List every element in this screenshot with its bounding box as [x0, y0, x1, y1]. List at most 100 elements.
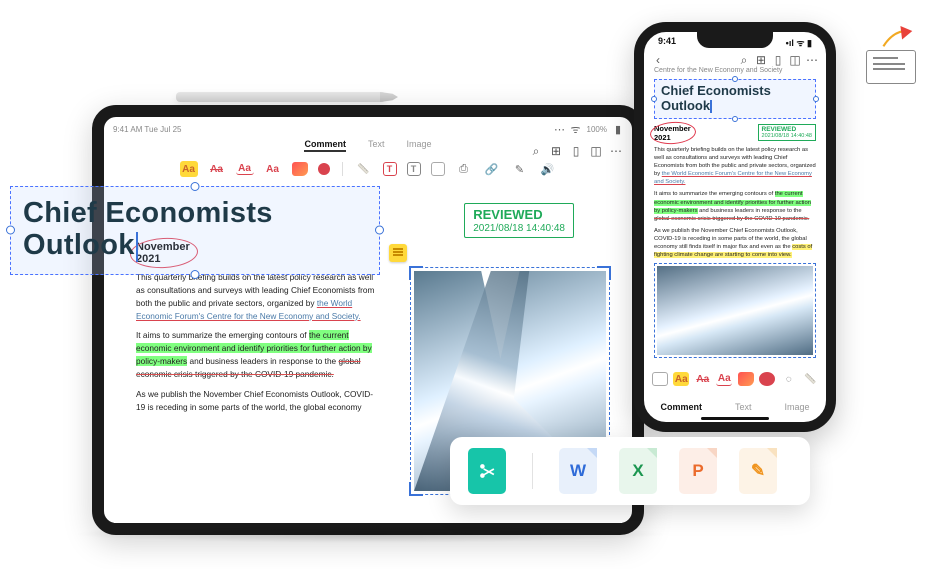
excel-file-icon[interactable]: X [619, 448, 657, 494]
pages-file-icon[interactable]: ✎ [739, 448, 777, 494]
phone-tabs: Comment Text Image [644, 402, 826, 412]
shadow [70, 525, 670, 543]
pen-tool[interactable] [292, 162, 308, 176]
stamp-tool[interactable]: ⎙ [455, 161, 473, 177]
stamp-timestamp: 2021/08/18 14:40:48 [473, 223, 565, 234]
back-icon[interactable]: ‹ [653, 55, 663, 65]
text-caret [136, 232, 138, 262]
share-doc-icon [866, 50, 916, 84]
squiggle-tool[interactable]: Aa [264, 161, 282, 177]
pen-tool[interactable] [738, 372, 754, 386]
ipad-view-tools: ⌕ ⊞ ▯ ◫ ⋯ [530, 145, 622, 157]
eraser-tool[interactable]: ◌ [781, 372, 797, 386]
paragraph-3: As we publish the November Chief Economi… [136, 388, 375, 414]
phone-para-3: As we publish the November Chief Economi… [654, 227, 816, 259]
strikethrough-tool[interactable]: Aa [695, 372, 711, 386]
phone-date: November2021 [654, 124, 691, 142]
phone-indicators: •ıl ᯤ ▮ [786, 36, 812, 49]
resize-handle-t[interactable] [732, 76, 738, 82]
stamp-label: REVIEWED [473, 207, 565, 222]
signature-tool[interactable]: ✎ [511, 161, 529, 177]
resize-handle-t[interactable] [191, 182, 200, 191]
sticky-note[interactable] [389, 244, 407, 262]
ipad-time: 9:41 AM Tue Jul 25 [113, 125, 182, 134]
phone-para-2: It aims to summarize the emerging contou… [654, 190, 816, 222]
text-caret [710, 100, 712, 113]
tab-text[interactable]: Text [368, 139, 385, 152]
crop-handle-tl[interactable] [654, 263, 662, 271]
apple-pencil [176, 92, 386, 102]
note-tool[interactable] [431, 162, 445, 176]
bookmark-icon[interactable]: ▯ [570, 145, 582, 157]
phone-crop[interactable] [654, 263, 816, 358]
crop-handle-tl[interactable] [409, 266, 423, 280]
share-arrow-icon [880, 22, 914, 52]
bookmark-icon[interactable]: ▯ [773, 55, 783, 65]
tab-image[interactable]: Image [784, 402, 809, 412]
phone-anno-toolbar: Aa Aa Aa ◌ 📏 [649, 372, 821, 386]
sound-tool[interactable]: 🔊 [539, 161, 557, 177]
more-icon[interactable]: ⋯ [807, 55, 817, 65]
home-indicator[interactable] [701, 417, 769, 420]
split-icon[interactable]: ◫ [590, 145, 602, 157]
share-decoration [866, 50, 916, 84]
battery-icon: ▮ [613, 124, 623, 134]
note-tool[interactable] [652, 372, 668, 386]
phone-para-1: This quarterly briefing builds on the la… [654, 146, 816, 187]
iphone-device: 9:41 •ıl ᯤ ▮ ‹ ⌕ ⊞ ▯ ◫ ⋯ Centre for the … [634, 22, 836, 432]
link-tool[interactable]: 🔗 [483, 161, 501, 177]
word-file-icon[interactable]: W [559, 448, 597, 494]
more-icon[interactable]: ⋯ [610, 145, 622, 157]
textbox-gray-tool[interactable]: T [407, 162, 421, 176]
paragraph-2: It aims to summarize the emerging contou… [136, 329, 375, 380]
ruler-tool[interactable]: 📏 [802, 372, 818, 386]
resize-handle-l[interactable] [6, 226, 15, 235]
tab-comment[interactable]: Comment [660, 402, 702, 412]
search-icon[interactable]: ⌕ [530, 145, 542, 157]
underline-tool[interactable]: Aa [716, 372, 732, 386]
phone-title-edit[interactable]: Chief EconomistsOutlook [654, 79, 816, 119]
grid-icon[interactable]: ⊞ [756, 55, 766, 65]
powerpoint-file-icon[interactable]: P [679, 448, 717, 494]
tab-text[interactable]: Text [735, 402, 752, 412]
grid-icon[interactable]: ⊞ [550, 145, 562, 157]
textbox-red-tool[interactable]: T [383, 162, 397, 176]
scissors-icon[interactable] [468, 448, 506, 494]
highlight-tool[interactable]: Aa [180, 161, 198, 177]
paragraph-1: This quarterly briefing builds on the la… [136, 271, 375, 322]
wifi-icon: ᯤ [571, 124, 581, 134]
phone-toolbar: ‹ ⌕ ⊞ ▯ ◫ ⋯ [644, 51, 826, 67]
separator [342, 162, 343, 176]
title-text[interactable]: Chief EconomistsOutlook [23, 197, 367, 262]
split-icon[interactable]: ◫ [790, 55, 800, 65]
crop-handle-tr[interactable] [808, 263, 816, 271]
phone-image [657, 266, 813, 355]
separator [532, 453, 533, 489]
strikethrough-tool[interactable]: Aa [208, 161, 226, 177]
highlight-tool[interactable]: Aa [673, 372, 689, 386]
tab-image[interactable]: Image [407, 139, 432, 152]
color-dot[interactable] [318, 163, 330, 175]
resize-handle-b[interactable] [732, 116, 738, 122]
resize-handle-l[interactable] [651, 96, 657, 102]
phone-document: Chief EconomistsOutlook November2021 REV… [644, 77, 826, 358]
ruler-tool[interactable]: 📏 [355, 161, 373, 177]
ipad-status-bar: 9:41 AM Tue Jul 25 ⋯ ᯤ 100% ▮ [104, 117, 632, 134]
title-edit-overlay[interactable]: Chief EconomistsOutlook [10, 186, 380, 275]
resize-handle-r[interactable] [813, 96, 819, 102]
phone-stamp[interactable]: REVIEWED2021/08/18 14:40:48 [758, 124, 816, 141]
crop-handle-tr[interactable] [597, 266, 611, 280]
underline-tool[interactable]: Aa [236, 163, 254, 175]
crop-handle-bl[interactable] [409, 482, 423, 496]
battery-label: 100% [587, 125, 607, 134]
search-icon[interactable]: ⌕ [739, 55, 749, 65]
wifi-icon: ⋯ [555, 124, 565, 134]
notch [697, 32, 773, 48]
resize-handle-r[interactable] [375, 226, 384, 235]
review-stamp[interactable]: REVIEWED 2021/08/18 14:40:48 [464, 203, 574, 238]
tab-comment[interactable]: Comment [304, 139, 346, 152]
export-tray: W X P ✎ [450, 437, 810, 505]
phone-time: 9:41 [658, 36, 676, 49]
color-dot[interactable] [759, 372, 775, 386]
resize-handle-b[interactable] [191, 270, 200, 279]
